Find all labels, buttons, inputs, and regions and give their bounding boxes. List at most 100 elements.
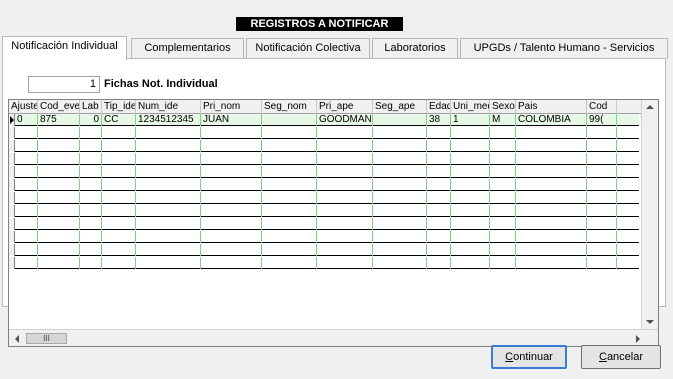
empty-cell[interactable] <box>102 257 136 269</box>
tab-upgds-talento-humano[interactable]: UPGDs / Talento Humano - Servicios <box>460 38 668 59</box>
empty-cell[interactable] <box>15 192 38 204</box>
empty-cell[interactable] <box>38 218 80 230</box>
tab-notificacion-colectiva[interactable]: Notificación Colectiva <box>246 38 370 59</box>
empty-cell[interactable] <box>490 166 516 178</box>
empty-cell[interactable] <box>262 127 317 139</box>
empty-cell[interactable] <box>262 218 317 230</box>
empty-cell[interactable] <box>15 244 38 256</box>
empty-cell[interactable] <box>317 179 373 191</box>
empty-cell[interactable] <box>80 140 102 152</box>
horizontal-scrollbar[interactable]: III <box>9 329 658 346</box>
cancel-button[interactable]: Cancelar <box>581 345 661 369</box>
empty-cell[interactable] <box>516 205 587 217</box>
empty-cell[interactable] <box>427 127 451 139</box>
empty-cell[interactable] <box>317 218 373 230</box>
empty-cell[interactable] <box>102 231 136 243</box>
column-header[interactable]: Cod_eve <box>38 100 80 114</box>
empty-table-row[interactable] <box>9 127 639 139</box>
empty-cell[interactable] <box>490 218 516 230</box>
empty-cell[interactable] <box>587 205 617 217</box>
empty-cell[interactable] <box>516 192 587 204</box>
empty-cell[interactable] <box>201 231 262 243</box>
empty-cell[interactable] <box>587 127 617 139</box>
empty-cell[interactable] <box>80 231 102 243</box>
empty-cell[interactable] <box>587 218 617 230</box>
empty-cell[interactable] <box>102 179 136 191</box>
empty-cell[interactable] <box>490 205 516 217</box>
empty-cell[interactable] <box>102 166 136 178</box>
empty-cell[interactable] <box>38 166 80 178</box>
empty-cell[interactable] <box>427 218 451 230</box>
empty-cell[interactable] <box>136 153 201 165</box>
empty-cell[interactable] <box>451 244 490 256</box>
records-grid[interactable]: Ajuste Cod_eve Lab Tip_ide Num_ide Pri_n… <box>8 99 659 347</box>
empty-cell[interactable] <box>451 218 490 230</box>
empty-cell[interactable] <box>587 257 617 269</box>
empty-cell[interactable] <box>38 244 80 256</box>
empty-table-row[interactable] <box>9 166 639 178</box>
cell-pais[interactable]: COLOMBIA <box>516 114 587 126</box>
column-header[interactable]: Seg_ape <box>373 100 427 114</box>
scroll-left-icon[interactable] <box>15 335 19 343</box>
empty-cell[interactable] <box>587 140 617 152</box>
empty-cell[interactable] <box>516 166 587 178</box>
empty-cell[interactable] <box>15 127 38 139</box>
empty-cell[interactable] <box>80 127 102 139</box>
empty-cell[interactable] <box>516 179 587 191</box>
table-row[interactable]: 0 875 0 CC 1234512345 JUAN GOODMAN 38 1 … <box>9 114 639 126</box>
empty-cell[interactable] <box>317 244 373 256</box>
empty-cell[interactable] <box>490 231 516 243</box>
empty-cell[interactable] <box>262 231 317 243</box>
empty-cell[interactable] <box>317 205 373 217</box>
empty-cell[interactable] <box>427 192 451 204</box>
empty-table-row[interactable] <box>9 179 639 191</box>
cell-cod[interactable]: 99( <box>587 114 617 126</box>
empty-cell[interactable] <box>38 205 80 217</box>
tab-complementarios[interactable]: Complementarios <box>131 38 244 59</box>
empty-cell[interactable] <box>427 231 451 243</box>
empty-cell[interactable] <box>201 257 262 269</box>
empty-cell[interactable] <box>451 153 490 165</box>
empty-cell[interactable] <box>373 192 427 204</box>
empty-table-row[interactable] <box>9 231 639 243</box>
scroll-up-icon[interactable] <box>646 105 654 109</box>
empty-cell[interactable] <box>427 166 451 178</box>
vertical-scrollbar[interactable] <box>641 100 658 329</box>
empty-cell[interactable] <box>262 140 317 152</box>
empty-cell[interactable] <box>136 166 201 178</box>
empty-table-row[interactable] <box>9 218 639 230</box>
empty-cell[interactable] <box>317 192 373 204</box>
empty-cell[interactable] <box>201 192 262 204</box>
cell-edad[interactable]: 38 <box>427 114 451 126</box>
empty-cell[interactable] <box>516 127 587 139</box>
column-header[interactable]: Pais <box>516 100 587 114</box>
empty-cell[interactable] <box>80 153 102 165</box>
empty-cell[interactable] <box>587 192 617 204</box>
empty-cell[interactable] <box>136 205 201 217</box>
empty-cell[interactable] <box>80 244 102 256</box>
empty-cell[interactable] <box>80 179 102 191</box>
empty-cell[interactable] <box>317 257 373 269</box>
empty-cell[interactable] <box>136 231 201 243</box>
empty-cell[interactable] <box>15 218 38 230</box>
empty-cell[interactable] <box>516 244 587 256</box>
empty-cell[interactable] <box>15 231 38 243</box>
empty-cell[interactable] <box>102 140 136 152</box>
fichas-count-field[interactable]: 1 <box>28 76 100 93</box>
cell-pri-nom[interactable]: JUAN <box>201 114 262 126</box>
empty-cell[interactable] <box>201 179 262 191</box>
empty-cell[interactable] <box>373 257 427 269</box>
empty-cell[interactable] <box>102 218 136 230</box>
empty-cell[interactable] <box>102 192 136 204</box>
empty-cell[interactable] <box>373 218 427 230</box>
cell-num-ide[interactable]: 1234512345 <box>136 114 201 126</box>
empty-table-row[interactable] <box>9 205 639 217</box>
cell-seg-ape[interactable] <box>373 114 427 126</box>
empty-table-row[interactable] <box>9 192 639 204</box>
empty-cell[interactable] <box>38 127 80 139</box>
empty-cell[interactable] <box>451 192 490 204</box>
cell-pri-ape[interactable]: GOODMAN <box>317 114 373 126</box>
empty-cell[interactable] <box>373 140 427 152</box>
empty-cell[interactable] <box>201 244 262 256</box>
empty-cell[interactable] <box>451 166 490 178</box>
